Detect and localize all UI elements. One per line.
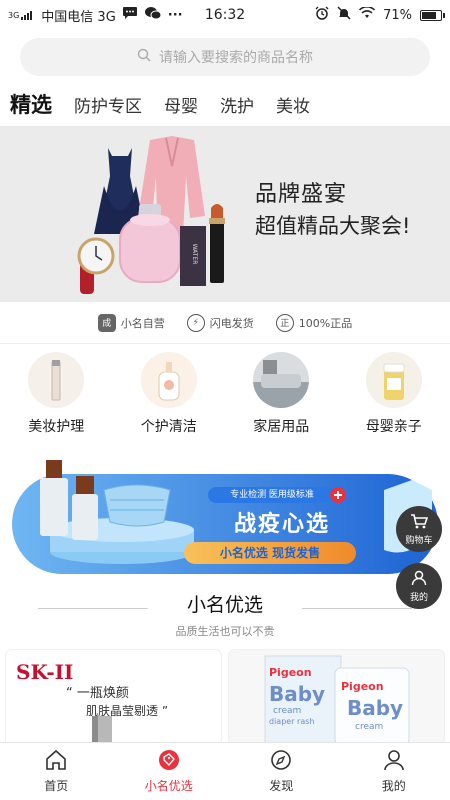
product-card-pigeon[interactable]: Pigeon Baby cream diaper rash Pigeon Bab… bbox=[229, 650, 444, 745]
assurance-label: 小名自营 bbox=[120, 316, 165, 330]
home-icon bbox=[44, 749, 68, 777]
skii-bottle-image bbox=[92, 716, 112, 745]
product-tagline-1: “ 一瓶焕颜 bbox=[66, 686, 129, 701]
tab-protection[interactable]: 防护专区 bbox=[74, 92, 142, 117]
assurance-label: 闪电发货 bbox=[209, 316, 254, 330]
tag-icon bbox=[157, 749, 181, 777]
service-assurance-row: 成 小名自营 ⚡ 闪电发货 正 100%正品 bbox=[0, 302, 450, 344]
status-bar: 3G 中国电信 3G ··· 16:32 71% bbox=[0, 0, 450, 30]
battery-percent: 71% bbox=[383, 7, 412, 23]
bottom-navigation: 首页 小名优选 发现 我的 bbox=[0, 742, 450, 800]
status-left: 3G 中国电信 3G ··· bbox=[8, 6, 183, 25]
category-mother-baby[interactable]: 母婴亲子 bbox=[344, 352, 444, 442]
category-home-goods[interactable]: 家居用品 bbox=[231, 352, 331, 442]
network-type: 3G bbox=[8, 11, 20, 20]
banner-products-image: WATER bbox=[77, 136, 225, 294]
nav-home[interactable]: 首页 bbox=[16, 749, 96, 794]
wechat-icon bbox=[144, 6, 162, 24]
banner-subtitle: 超值精品大聚会! bbox=[255, 214, 411, 238]
category-tabs: 精选 防护专区 母婴 洗护 美妆 bbox=[10, 88, 310, 120]
app-screen: 3G 中国电信 3G ··· 16:32 71% 请输入要搜索的商品名称 精选 … bbox=[0, 0, 450, 800]
promo-slogan: 小名优选 现货发售 bbox=[219, 546, 321, 560]
nav-label: 首页 bbox=[44, 779, 69, 793]
tab-wash-care[interactable]: 洗护 bbox=[220, 92, 254, 117]
category-label: 美妆护理 bbox=[28, 419, 85, 435]
pigeon-sub-right: cream bbox=[355, 722, 384, 732]
search-icon bbox=[137, 48, 151, 66]
product-list: SK-II “ 一瓶焕颜 肌肤晶莹剔透 ” Pigeon Baby cream … bbox=[0, 650, 450, 745]
user-icon bbox=[411, 570, 427, 590]
wifi-icon bbox=[359, 6, 376, 23]
tab-featured[interactable]: 精选 bbox=[10, 89, 52, 119]
signal-icon: 3G bbox=[8, 10, 35, 20]
category-personal-cleaning[interactable]: 个护清洁 bbox=[119, 352, 219, 442]
nav-discover[interactable]: 发现 bbox=[241, 749, 321, 794]
epidemic-promo-banner[interactable]: 专业检测 医用级标准 战疫心选 小名优选 现货发售 bbox=[12, 450, 438, 580]
more-dots: ··· bbox=[167, 7, 183, 23]
floating-cart-button[interactable]: 购物车 bbox=[396, 506, 442, 552]
nav-mine[interactable]: 我的 bbox=[354, 749, 434, 794]
assurance-authentic: 正 100%正品 bbox=[275, 313, 353, 332]
assurance-self-operated: 成 小名自营 bbox=[97, 313, 165, 332]
mute-icon bbox=[337, 6, 351, 24]
lightning-icon: ⚡ bbox=[186, 313, 205, 332]
authentic-icon: 正 bbox=[275, 313, 294, 332]
category-label: 个护清洁 bbox=[140, 419, 197, 435]
battery-icon bbox=[420, 9, 445, 21]
cart-label: 购物车 bbox=[405, 535, 433, 546]
home-goods-image bbox=[253, 352, 310, 408]
pigeon-brand-right: Pigeon bbox=[341, 680, 384, 693]
assurance-fast-delivery: ⚡ 闪电发货 bbox=[186, 313, 254, 332]
product-card-skii[interactable]: SK-II “ 一瓶焕颜 肌肤晶莹剔透 ” bbox=[6, 650, 221, 745]
battery-fill bbox=[422, 11, 437, 19]
tab-makeup[interactable]: 美妆 bbox=[276, 92, 310, 117]
pigeon-name-right: Baby bbox=[347, 696, 404, 720]
compass-icon bbox=[269, 749, 293, 777]
search-bar[interactable]: 请输入要搜索的商品名称 bbox=[20, 38, 430, 76]
user-icon bbox=[382, 749, 406, 777]
makeup-care-image bbox=[28, 352, 85, 408]
category-grid: 美妆护理 个护清洁 家居用品 母婴亲子 bbox=[0, 352, 450, 442]
message-icon bbox=[122, 6, 138, 24]
self-operated-icon: 成 bbox=[97, 313, 116, 332]
status-right: 71% bbox=[315, 6, 445, 24]
promo-title: 战疫心选 bbox=[233, 512, 330, 537]
promo-tag: 专业检测 医用级标准 bbox=[230, 490, 314, 500]
nav-label: 小名优选 bbox=[144, 779, 193, 793]
divider-left bbox=[38, 608, 148, 609]
section-header: 小名优选 品质生活也可以不贵 bbox=[0, 590, 450, 639]
assurance-label: 100%正品 bbox=[298, 316, 353, 330]
nav-label: 我的 bbox=[381, 779, 406, 793]
pigeon-name-left: Baby bbox=[269, 682, 326, 706]
pigeon-sub-left-2: diaper rash bbox=[269, 717, 315, 726]
search-placeholder: 请输入要搜索的商品名称 bbox=[159, 50, 313, 66]
product-brand: SK-II bbox=[16, 660, 74, 684]
pigeon-sub-left-1: cream bbox=[273, 706, 302, 716]
banner-title: 品牌盛宴 bbox=[255, 182, 348, 207]
alarm-icon bbox=[315, 6, 329, 24]
personal-cleaning-image bbox=[140, 352, 197, 408]
perfume-box-label: WATER bbox=[191, 244, 198, 265]
category-label: 母婴亲子 bbox=[365, 419, 422, 435]
tab-mother-baby[interactable]: 母婴 bbox=[164, 92, 198, 117]
cart-icon bbox=[410, 513, 429, 533]
pigeon-brand-left: Pigeon bbox=[269, 666, 312, 679]
nav-label: 发现 bbox=[269, 779, 294, 793]
carrier-label: 中国电信 3G bbox=[41, 9, 116, 25]
section-subtitle: 品质生活也可以不贵 bbox=[175, 625, 275, 638]
promo-banner[interactable]: WATER 品牌盛宴 超值精品大聚会! bbox=[0, 126, 450, 302]
nav-xiaoming-select[interactable]: 小名优选 bbox=[129, 749, 209, 794]
category-makeup-care[interactable]: 美妆护理 bbox=[6, 352, 106, 442]
mother-baby-image bbox=[365, 352, 422, 408]
category-label: 家居用品 bbox=[253, 419, 310, 435]
divider-right bbox=[302, 608, 412, 609]
section-title: 小名优选 bbox=[186, 594, 263, 616]
